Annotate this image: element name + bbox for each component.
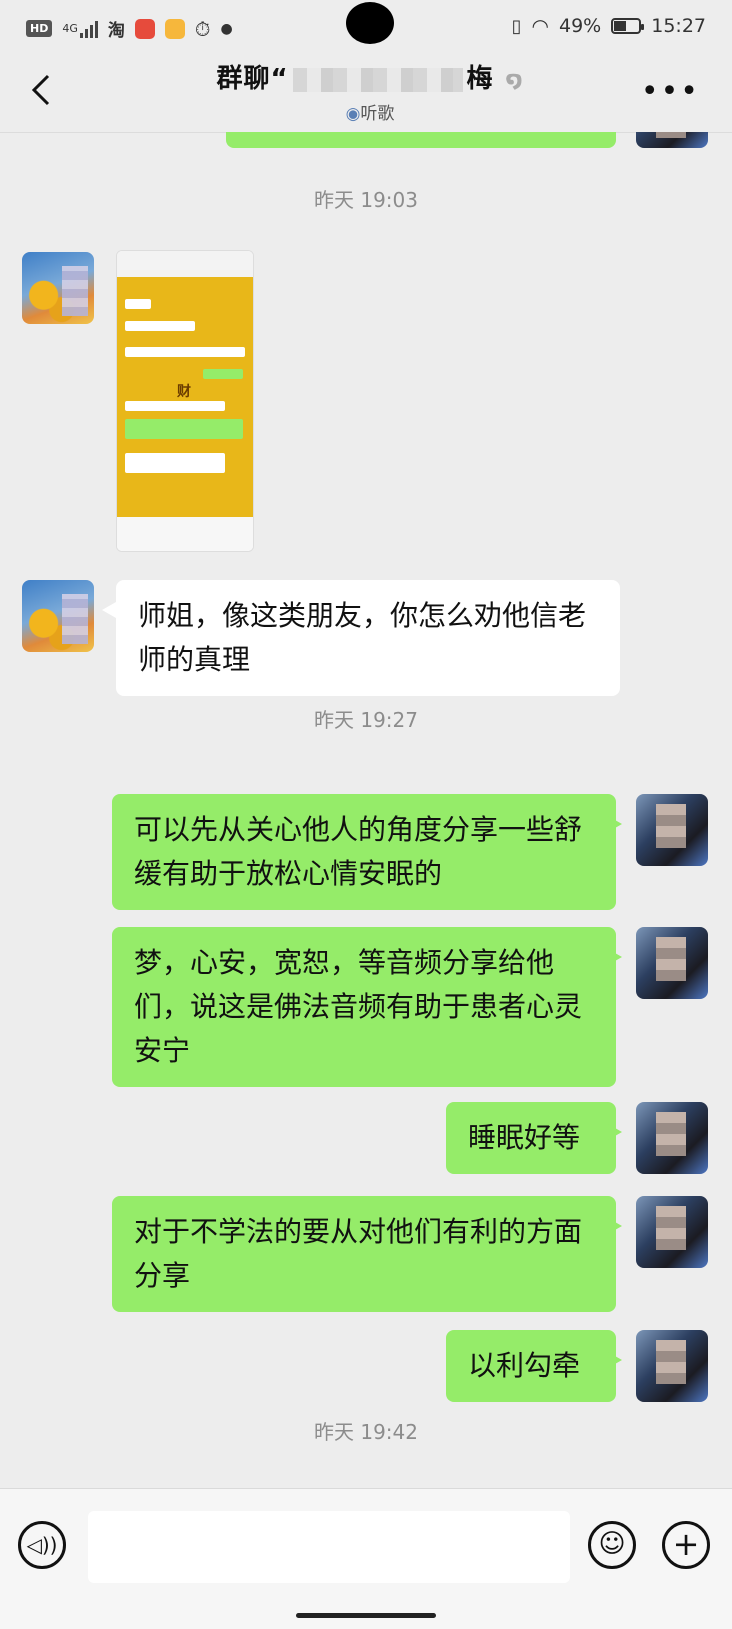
wifi-icon: ◠ xyxy=(531,14,549,38)
plus-icon[interactable]: + xyxy=(662,1521,710,1569)
timer-icon: ⏱ xyxy=(194,16,211,41)
app-icon xyxy=(134,18,155,39)
avatar-self[interactable] xyxy=(636,1330,708,1402)
message-bubble-partial[interactable] xyxy=(226,132,616,148)
dot-icon: ● xyxy=(220,20,233,37)
thumb-character: 财 xyxy=(177,384,191,400)
more-icon[interactable]: ••• xyxy=(641,77,700,107)
avatar-self[interactable] xyxy=(636,1102,708,1174)
hd-badge: HD xyxy=(26,20,53,37)
message-bubble-out[interactable]: 对于不学法的要从对他们有利的方面分享 xyxy=(112,1196,622,1312)
voice-icon[interactable]: ◁)) xyxy=(18,1521,66,1569)
emoji-icon[interactable]: ☺ xyxy=(588,1521,636,1569)
avatar-sender[interactable] xyxy=(22,252,94,324)
avatar-self[interactable] xyxy=(636,132,708,148)
avatar-self[interactable] xyxy=(636,927,708,999)
title-suffix: 梅 xyxy=(466,64,494,94)
back-icon[interactable] xyxy=(22,70,62,110)
chat-subtitle[interactable]: ◉听歌 xyxy=(170,99,570,124)
music-icon: ◉ xyxy=(345,104,361,124)
chat-list[interactable]: 昨天 19:03 财 师姐，像这类朋友，你怎么劝他信老师的真理 昨天 19:27… xyxy=(0,132,732,1488)
timestamp: 昨天 19:27 xyxy=(314,708,418,732)
message-bubble-in[interactable]: 师姐，像这类朋友，你怎么劝他信老师的真理 xyxy=(102,580,620,696)
message-bubble-out[interactable]: 以利勾牵 xyxy=(446,1330,622,1402)
message-bubble-out[interactable]: 睡眠好等 xyxy=(446,1102,622,1174)
title-redacted xyxy=(292,67,463,92)
chat-title: 群聊“ 梅໑ xyxy=(170,58,570,95)
signal-icon xyxy=(79,20,98,38)
battery-percent: 49% xyxy=(559,15,602,37)
message-bubble-out[interactable]: 可以先从关心他人的角度分享一些舒缓有助于放松心情安眠的 xyxy=(112,794,622,910)
subtitle-label: 听歌 xyxy=(360,104,395,124)
timestamp: 昨天 19:03 xyxy=(314,188,418,212)
ear-icon: ໑ xyxy=(505,68,524,93)
image-message[interactable]: 财 xyxy=(116,250,254,552)
input-bar: ◁)) ☺ + xyxy=(0,1488,732,1629)
battery-icon xyxy=(611,18,645,34)
avatar-self[interactable] xyxy=(636,1196,708,1268)
weather-icon xyxy=(164,18,185,39)
home-indicator[interactable] xyxy=(296,1613,436,1618)
network-label: 4G xyxy=(62,22,78,35)
message-bubble-out[interactable]: 梦，心安，宽恕，等音频分享给他们，说这是佛法音频有助于患者心灵安宁 xyxy=(112,927,622,1087)
title-prefix: 群聊“ xyxy=(216,64,289,94)
status-bar: HD 4G 淘 ⏱ ● ▯ ◠ 49% 15:27 xyxy=(0,0,732,56)
taobao-icon: 淘 xyxy=(107,21,125,41)
avatar-sender[interactable] xyxy=(22,580,94,652)
avatar-self[interactable] xyxy=(636,794,708,866)
clock: 15:27 xyxy=(651,15,706,37)
timestamp: 昨天 19:42 xyxy=(314,1420,418,1444)
camera-cutout xyxy=(346,2,394,44)
message-input[interactable] xyxy=(88,1511,570,1583)
chat-header: 群聊“ 梅໑ ◉听歌 ••• xyxy=(0,56,732,133)
vibrate-icon: ▯ xyxy=(511,15,522,37)
